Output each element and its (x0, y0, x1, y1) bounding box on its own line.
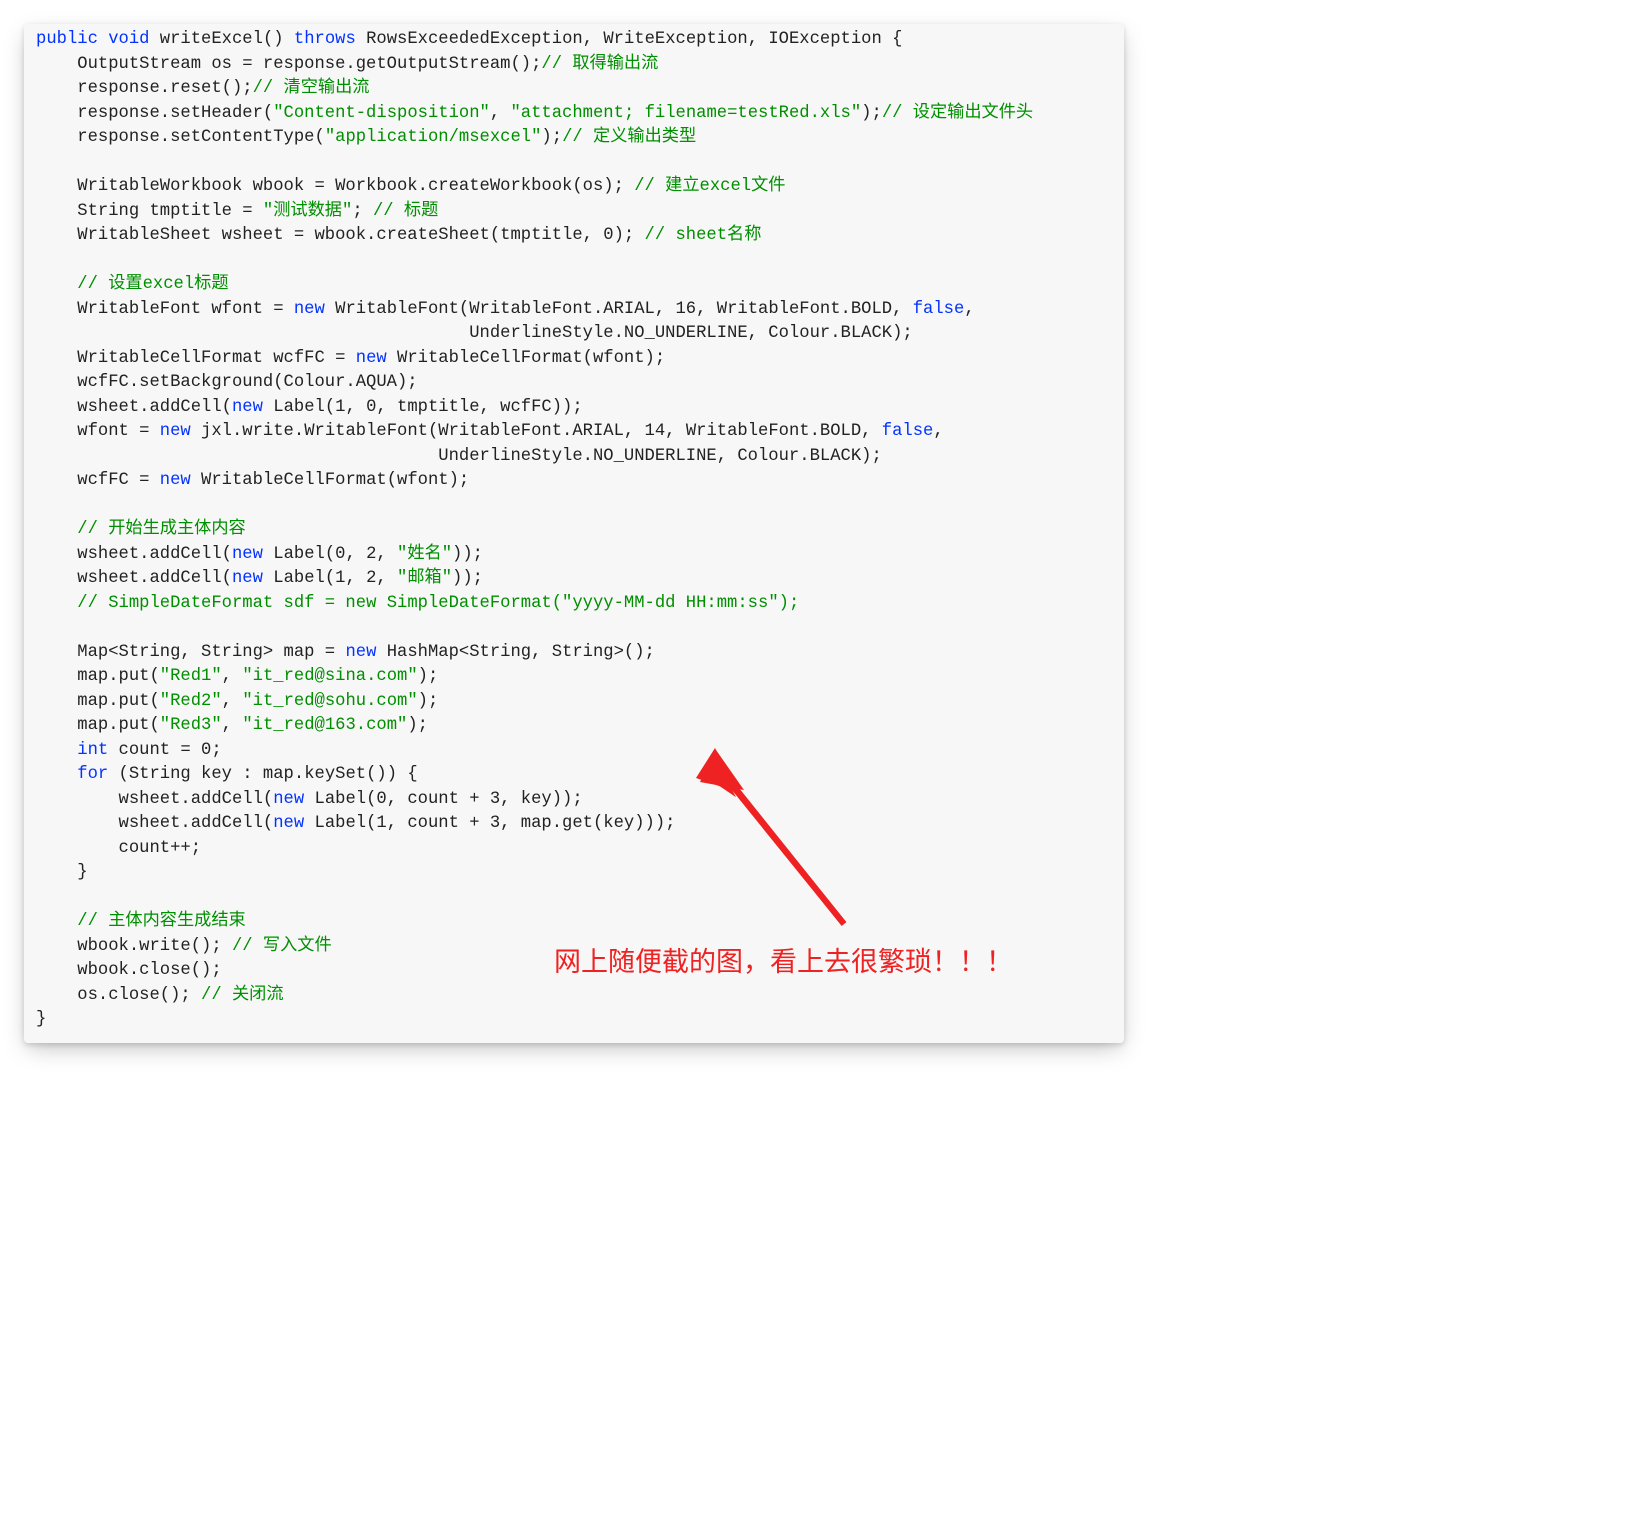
screenshot-root: public void writeExcel() throws RowsExce… (24, 24, 1124, 1043)
code-block-card: public void writeExcel() throws RowsExce… (24, 24, 1124, 1043)
code-content: public void writeExcel() throws RowsExce… (36, 28, 1112, 1033)
annotation-text: 网上随便截的图，看上去很繁琐！！！ (554, 940, 1013, 979)
